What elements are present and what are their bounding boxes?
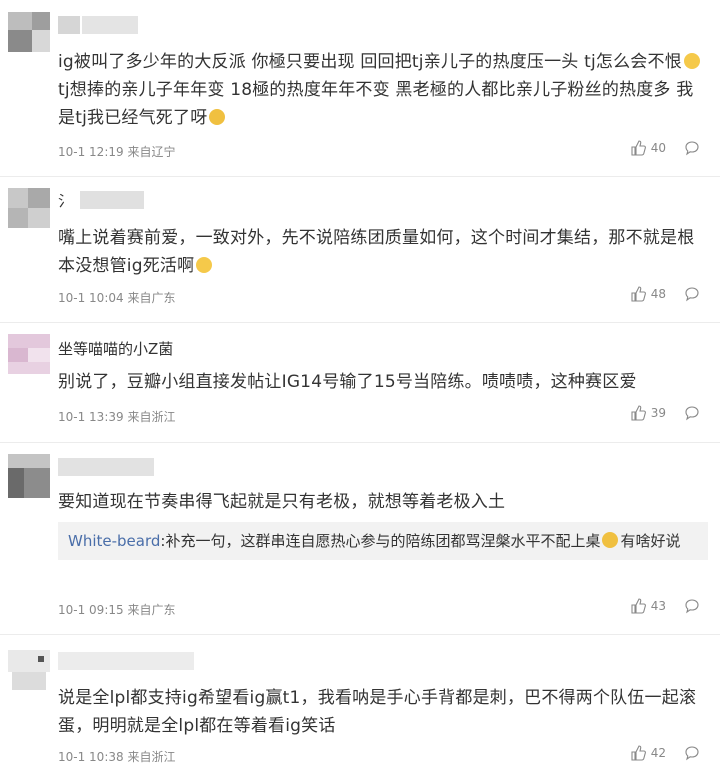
comment-text: 别说了，豆瓣小组直接发帖让IG14号输了15号当陪练。啧啧啧，这种赛区爱 <box>58 372 637 392</box>
like-count: 48 <box>650 287 666 301</box>
like-count: 43 <box>650 599 666 613</box>
comment-item: 要知道现在节奏串得飞起就是只有老极，就想等着老极入土 White-beard:补… <box>0 442 720 635</box>
comment-actions: 40 <box>630 140 700 156</box>
comment-actions: 48 <box>630 286 700 302</box>
thumbs-up-icon <box>631 286 646 302</box>
avatar[interactable] <box>8 650 50 690</box>
comment-item: ig被叫了多少年的大反派 你極只要出现 回回把tj亲儿子的热度压一头 tj怎么会… <box>0 0 720 177</box>
comment-meta: 10-1 10:04 来自广东 <box>58 291 176 305</box>
thumbs-up-icon <box>631 405 646 421</box>
comment-meta: 10-1 09:15 来自广东 <box>58 603 176 617</box>
like-button[interactable]: 43 <box>630 598 666 614</box>
like-count: 39 <box>650 406 666 420</box>
like-count: 42 <box>650 746 666 760</box>
comment-item: 坐等喵喵的小Z菌 别说了，豆瓣小组直接发帖让IG14号输了15号当陪练。啧啧啧，… <box>0 322 720 443</box>
comment-meta: 10-1 13:39 来自浙江 <box>58 410 176 424</box>
avatar[interactable] <box>8 12 50 52</box>
comment-meta: 10-1 12:19 来自辽宁 <box>58 145 176 159</box>
thumbs-up-icon <box>631 140 646 156</box>
like-button[interactable]: 42 <box>630 745 666 761</box>
avatar[interactable] <box>8 334 50 374</box>
comment-bubble-icon[interactable] <box>684 286 700 302</box>
crying-emoji-icon <box>209 109 226 125</box>
thinking-emoji-icon <box>683 53 700 69</box>
comment-item: 氵 嘴上说着赛前爱，一致对外，先不说陪练团质量如何，这个时间才集结，那不就是根本… <box>0 176 720 323</box>
thumbs-up-icon <box>631 598 646 614</box>
comment-bubble-icon[interactable] <box>684 598 700 614</box>
comment-actions: 39 <box>630 405 700 421</box>
like-button[interactable]: 48 <box>630 286 666 302</box>
comment-text: 要知道现在节奏串得飞起就是只有老极，就想等着老极入土 <box>58 492 506 512</box>
comment-text: ig被叫了多少年的大反派 你極只要出现 回回把tj亲儿子的热度压一头 tj怎么会… <box>58 48 706 132</box>
comment-text: 说是全lpl都支持ig希望看ig赢t1，我看呐是手心手背都是刺，巴不得两个队伍一… <box>58 688 697 736</box>
crying-emoji-icon <box>602 532 619 548</box>
avatar[interactable] <box>8 188 50 228</box>
like-button[interactable]: 39 <box>630 405 666 421</box>
username[interactable]: 坐等喵喵的小Z菌 <box>58 338 173 358</box>
comment-text: 嘴上说着赛前爱，一致对外，先不说陪练团质量如何，这个时间才集结，那不就是根本没想… <box>58 228 695 276</box>
comment-meta: 10-1 10:38 来自浙江 <box>58 750 176 764</box>
comment-item: 说是全lpl都支持ig希望看ig赢t1，我看呐是手心手背都是刺，巴不得两个队伍一… <box>0 634 720 764</box>
avatar[interactable] <box>8 454 50 498</box>
username[interactable]: 氵 <box>58 190 144 210</box>
like-button[interactable]: 40 <box>630 140 666 156</box>
username[interactable] <box>58 652 194 670</box>
comment-bubble-icon[interactable] <box>684 140 700 156</box>
like-count: 40 <box>650 141 666 155</box>
reply-username[interactable]: White-beard <box>68 532 160 550</box>
comment-actions: 43 <box>630 598 700 614</box>
username[interactable] <box>58 16 138 34</box>
comment-bubble-icon[interactable] <box>684 405 700 421</box>
laugh-cry-emoji-icon <box>196 257 213 273</box>
comment-actions: 42 <box>630 745 700 761</box>
comment-bubble-icon[interactable] <box>684 745 700 761</box>
reply-box: White-beard:补充一句，这群串连自愿热心参与的陪练团都骂涅槃水平不配上… <box>58 522 708 560</box>
username[interactable] <box>58 458 154 476</box>
thumbs-up-icon <box>631 745 646 761</box>
